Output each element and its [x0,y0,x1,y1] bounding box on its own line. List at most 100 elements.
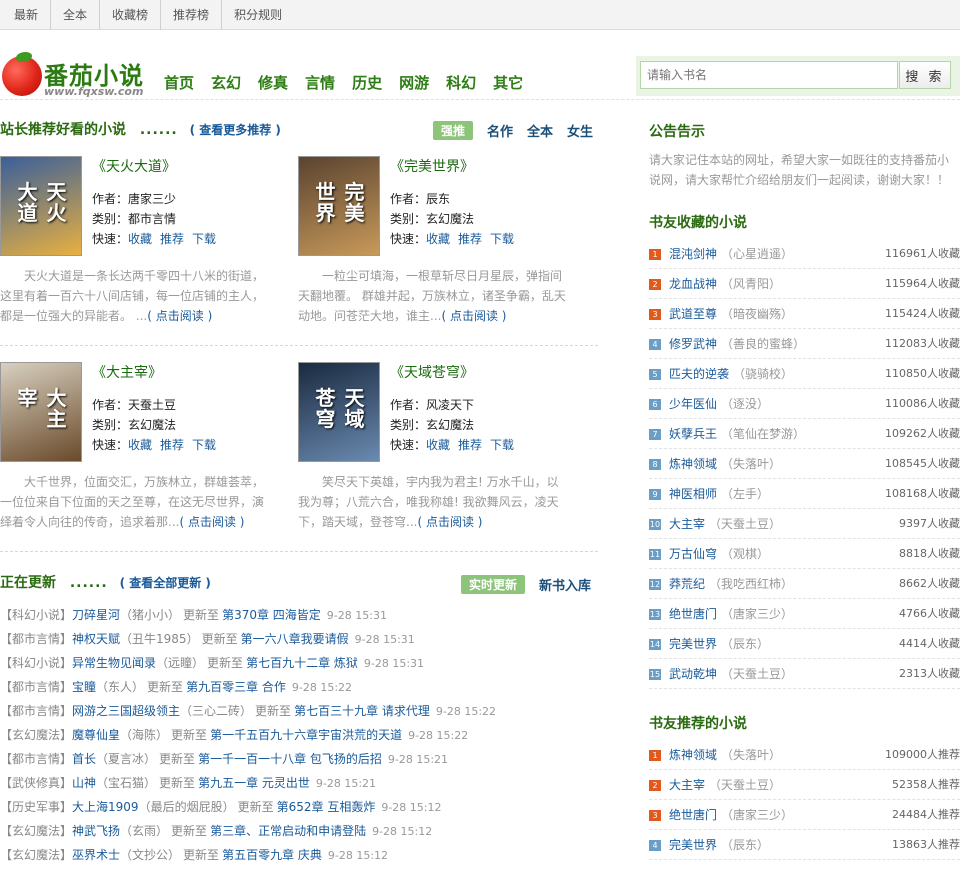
rank-row: 10 大主宰 （天蚕土豆） 9397人收藏 [649,509,960,539]
update-chapter-link[interactable]: 第九五一章 元灵出世 [198,776,310,790]
collect-link[interactable]: 收藏 [128,232,152,246]
site-logo[interactable]: 番茄小说 www.fqxsw.com [2,52,162,102]
download-link[interactable]: 下载 [192,232,216,246]
download-link[interactable]: 下载 [490,438,514,452]
recommend-link[interactable]: 推荐 [458,232,482,246]
rank-book-link[interactable]: 混沌剑神 [669,247,717,261]
rank-book-link[interactable]: 炼神领域 [669,457,717,471]
top-nav-rec-rank[interactable]: 推荐榜 [161,0,223,30]
update-book-link[interactable]: 网游之三国超级领主 [72,704,180,718]
collect-link[interactable]: 收藏 [426,438,450,452]
book-cover[interactable]: 大主宰 [0,362,82,462]
rank-count: 109000人推荐 [885,748,960,761]
book-cover[interactable]: 天火大道 [0,156,82,256]
update-book-link[interactable]: 魔尊仙皇 [72,728,120,742]
rank-book-link[interactable]: 大主宰 [669,517,705,531]
update-book-link[interactable]: 刀碎星河 [72,608,120,622]
tab-female[interactable]: 女生 [567,121,593,140]
read-link[interactable]: ( 点击阅读 ) [417,515,482,529]
nav-fantasy[interactable]: 玄幻 [211,72,241,93]
collect-link[interactable]: 收藏 [426,232,450,246]
search-input[interactable] [640,61,898,89]
recommend-link[interactable]: 推荐 [458,438,482,452]
update-book-link[interactable]: 宝瞳 [72,680,96,694]
rank-author: （心星逍遥） [721,247,794,261]
book-title-link[interactable]: 《完美世界》 [390,156,474,176]
rank-book-link[interactable]: 修罗武神 [669,337,717,351]
nav-xiuzhen[interactable]: 修真 [258,72,288,93]
update-chapter-link[interactable]: 第一六八章我要请假 [241,632,349,646]
read-link[interactable]: ( 点击阅读 ) [441,309,506,323]
read-link[interactable]: ( 点击阅读 ) [147,309,212,323]
update-book-link[interactable]: 山神 [72,776,96,790]
update-chapter-link[interactable]: 第一千一百一十八章 包飞扬的后招 [198,752,382,766]
update-chapter-link[interactable]: 第一千五百九十六章宇宙洪荒的天道 [210,728,402,742]
nav-other[interactable]: 其它 [493,72,523,93]
top-nav-latest[interactable]: 最新 [2,0,52,30]
rank-book-link[interactable]: 少年医仙 [669,397,717,411]
rank-book-link[interactable]: 完美世界 [669,838,717,852]
read-link[interactable]: ( 点击阅读 ) [179,515,244,529]
rank-row: 4 修罗武神 （善良的蜜蜂） 112083人收藏 [649,329,960,359]
book-cover[interactable]: 天域苍穹 [298,362,380,462]
recommend-more-link[interactable]: ( 查看更多推荐 ) [190,123,281,137]
update-book-link[interactable]: 大上海1909 [72,800,139,814]
update-chapter-link[interactable]: 第五百零九章 庆典 [222,848,322,862]
rank-book-link[interactable]: 绝世唐门 [669,607,717,621]
update-book-link[interactable]: 神武飞扬 [72,824,120,838]
tab-masterpiece[interactable]: 名作 [487,121,513,140]
rank-book-link[interactable]: 妖孽兵王 [669,427,717,441]
update-book-link[interactable]: 首长 [72,752,96,766]
update-chapter-link[interactable]: 第652章 互相轰炸 [277,800,376,814]
update-chapter-link[interactable]: 第九百零三章 合作 [186,680,286,694]
rank-number-badge: 10 [649,519,661,530]
update-book-link[interactable]: 异常生物见闻录 [72,656,156,670]
book-cover[interactable]: 完美世界 [298,156,380,256]
update-chapter-link[interactable]: 第七百九十二章 炼狱 [246,656,358,670]
rank-book-link[interactable]: 神医相师 [669,487,717,501]
top-nav-points-rules[interactable]: 积分规则 [222,0,294,30]
update-chapter-link[interactable]: 第七百三十九章 请求代理 [294,704,430,718]
recommend-link[interactable]: 推荐 [160,232,184,246]
recommend-title: 站长推荐好看的小说 [0,122,126,138]
nav-history[interactable]: 历史 [352,72,382,93]
rank-book-link[interactable]: 莽荒纪 [669,577,705,591]
book-title-link[interactable]: 《大主宰》 [92,362,162,382]
nav-game[interactable]: 网游 [399,72,429,93]
update-chapter-link[interactable]: 第三章、正常启动和申请登陆 [210,824,366,838]
search-button[interactable]: 搜 索 [899,61,951,89]
rank-book-link[interactable]: 龙血战神 [669,277,717,291]
nav-romance[interactable]: 言情 [305,72,335,93]
rank-book-link[interactable]: 武动乾坤 [669,667,717,681]
tab-new-books[interactable]: 新书入库 [539,575,591,594]
nav-scifi[interactable]: 科幻 [446,72,476,93]
download-link[interactable]: 下载 [490,232,514,246]
update-book-link[interactable]: 神权天赋 [72,632,120,646]
nav-home[interactable]: 首页 [164,72,194,93]
update-chapter-link[interactable]: 第370章 四海皆定 [222,608,321,622]
book-title-link[interactable]: 《天域苍穹》 [390,362,474,382]
rank-number-badge: 2 [649,780,661,791]
update-row: 【科幻小说】异常生物见闻录（远瞳） 更新至 第七百九十二章 炼狱 9-28 15:31 [0,656,425,670]
rank-book-link[interactable]: 炼神领域 [669,748,717,762]
divider [0,345,598,346]
tab-complete[interactable]: 全本 [527,121,553,140]
collect-link[interactable]: 收藏 [128,438,152,452]
book-title-link[interactable]: 《天火大道》 [92,156,176,176]
tab-strong-rec[interactable]: 强推 [433,121,474,140]
rank-book-link[interactable]: 万古仙穹 [669,547,717,561]
tab-realtime-update[interactable]: 实时更新 [461,575,526,594]
rank-book-link[interactable]: 武道至尊 [669,307,717,321]
rank-count: 8662人收藏 [899,577,960,590]
update-book-link[interactable]: 巫界术士 [72,848,120,862]
top-nav-complete[interactable]: 全本 [51,0,101,30]
rank-count: 108168人收藏 [885,487,960,500]
updates-more-link[interactable]: ( 查看全部更新 ) [120,576,211,590]
download-link[interactable]: 下载 [192,438,216,452]
recommend-link[interactable]: 推荐 [160,438,184,452]
top-nav-fav-rank[interactable]: 收藏榜 [100,0,162,30]
rank-book-link[interactable]: 绝世唐门 [669,808,717,822]
rank-book-link[interactable]: 匹夫的逆袭 [669,367,729,381]
rank-book-link[interactable]: 完美世界 [669,637,717,651]
rank-book-link[interactable]: 大主宰 [669,778,705,792]
